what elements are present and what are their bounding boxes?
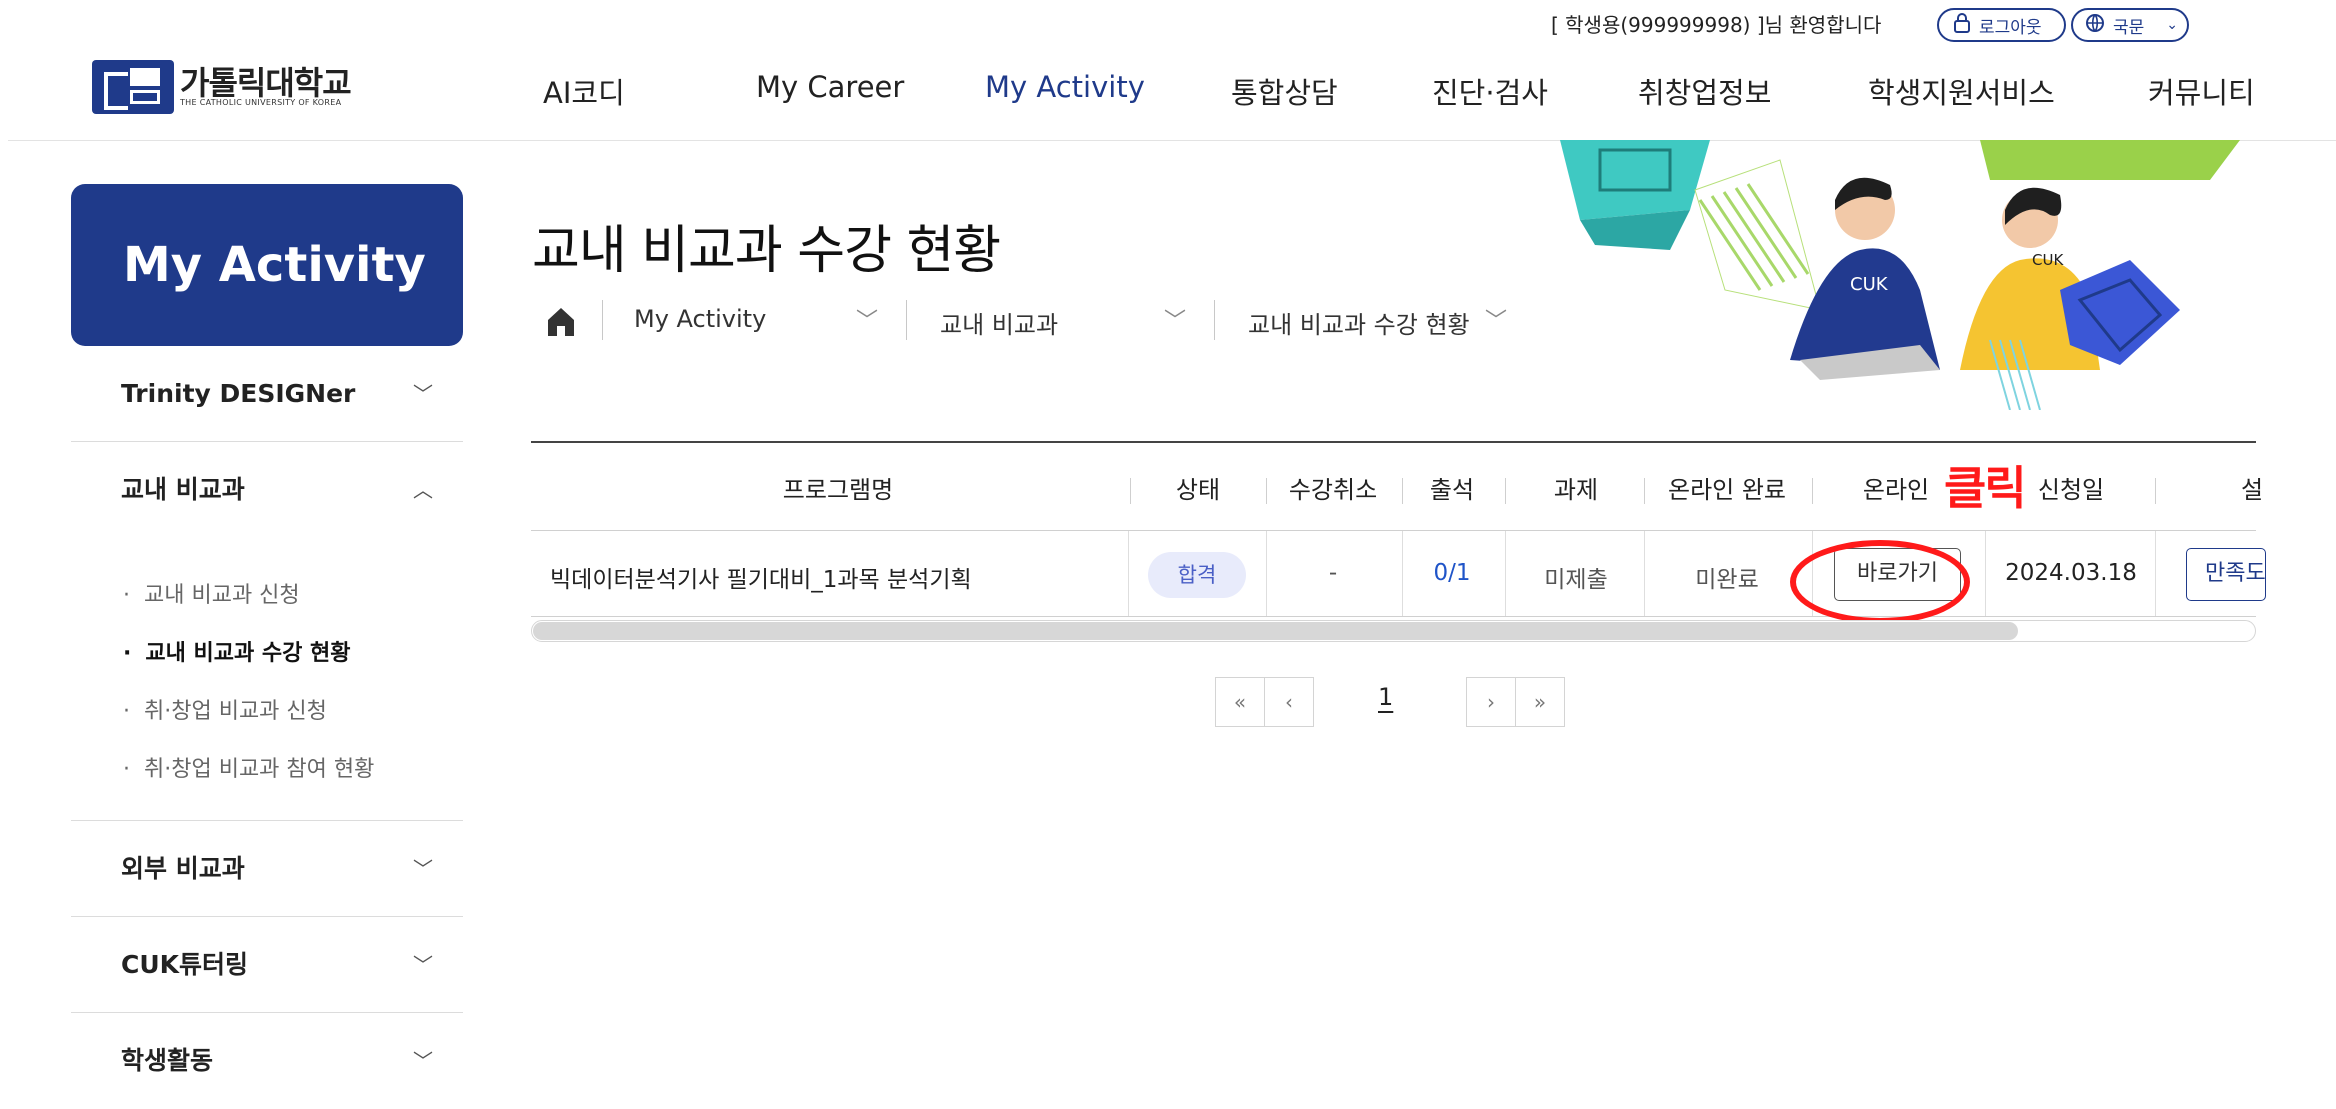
sidebar-item-student-activities[interactable]: 학생활동 ﹀ bbox=[71, 1013, 463, 1109]
nav-community[interactable]: 커뮤니티 bbox=[2148, 70, 2255, 112]
language-select[interactable]: 국문 ⌄ bbox=[2071, 8, 2189, 42]
chevron-up-icon: ︿ bbox=[413, 478, 433, 502]
table-scrollbar-thumb[interactable] bbox=[533, 622, 2018, 640]
header-separator bbox=[1402, 478, 1403, 504]
breadcrumb-separator bbox=[1214, 300, 1215, 340]
pagination-first[interactable]: « bbox=[1215, 677, 1265, 727]
header-separator bbox=[2155, 478, 2156, 504]
program-name[interactable]: 빅데이터분석기사 필기대비_1과목 분석기획 bbox=[550, 560, 972, 594]
chevron-down-icon: ﹀ bbox=[413, 953, 433, 977]
sidebar-item-label: 학생활동 bbox=[121, 1046, 214, 1075]
lock-icon bbox=[1953, 12, 1971, 38]
cancel-value: - bbox=[1328, 560, 1338, 586]
globe-icon bbox=[2085, 13, 2105, 38]
pagination-page-1[interactable]: 1 bbox=[1378, 683, 1393, 711]
chevron-down-icon[interactable]: ﹀ bbox=[856, 303, 878, 335]
breadcrumb-separator bbox=[906, 300, 907, 340]
nav-counseling[interactable]: 통합상담 bbox=[1231, 70, 1338, 112]
nav-diagnosis[interactable]: 진단·검사 bbox=[1432, 70, 1548, 112]
attendance-value[interactable]: 0/1 bbox=[1433, 560, 1470, 586]
survey-button[interactable]: 만족도 bbox=[2186, 548, 2266, 601]
svg-text:CUK: CUK bbox=[2032, 251, 2064, 269]
th-cancel: 수강취소 bbox=[1288, 476, 1378, 504]
sidebar-item-cuk-tutoring[interactable]: CUK튜터링 ﹀ bbox=[71, 917, 463, 1013]
language-label: 국문 bbox=[2113, 17, 2145, 38]
breadcrumb-level3[interactable]: 교내 비교과 수강 현황 bbox=[1248, 305, 1470, 340]
chevron-down-icon[interactable]: ﹀ bbox=[1164, 303, 1186, 335]
sidebar-item-label: CUK튜터링 bbox=[121, 950, 249, 979]
pagination-next[interactable]: › bbox=[1466, 677, 1516, 727]
th-attendance: 출석 bbox=[1429, 476, 1475, 504]
th-online-complete: 온라인 완료 bbox=[1667, 476, 1787, 504]
welcome-text: [ 학생용(999999998) ]님 환영합니다 bbox=[1551, 13, 1882, 37]
assignment-value: 미제출 bbox=[1544, 567, 1608, 593]
nav-my-career[interactable]: My Career bbox=[756, 70, 904, 104]
chevron-down-icon: ﹀ bbox=[413, 382, 433, 406]
breadcrumb-separator bbox=[602, 300, 603, 340]
chevron-down-icon: ⌄ bbox=[2166, 17, 2179, 33]
logout-label: 로그아웃 bbox=[1979, 17, 2042, 38]
header-separator bbox=[1644, 478, 1645, 504]
th-assignment: 과제 bbox=[1553, 476, 1599, 504]
sidebar-item-label: 외부 비교과 bbox=[121, 854, 245, 883]
sub-item-career-status[interactable]: · 취·창업 비교과 참여 현황 bbox=[123, 751, 374, 783]
pagination-prev[interactable]: ‹ bbox=[1264, 677, 1314, 727]
university-logo-subtitle: THE CATHOLIC UNIVERSITY OF KOREA bbox=[180, 98, 342, 107]
th-status: 상태 bbox=[1175, 476, 1221, 504]
header-separator bbox=[1266, 478, 1267, 504]
sidebar-item-label: Trinity DESIGNer bbox=[121, 379, 356, 408]
sub-item-status[interactable]: · 교내 비교과 수강 현황 bbox=[123, 635, 351, 667]
click-annotation-circle bbox=[1790, 540, 1970, 624]
page-title: 교내 비교과 수강 현황 bbox=[532, 221, 1001, 281]
pagination-last[interactable]: » bbox=[1515, 677, 1565, 727]
hero-illustration: CUK CUK bbox=[1560, 140, 2240, 410]
nav-student-services[interactable]: 학생지원서비스 bbox=[1868, 70, 2055, 112]
table-top-border bbox=[531, 441, 2256, 443]
nav-ai-codi[interactable]: AI코디 bbox=[543, 70, 625, 112]
breadcrumb-level2[interactable]: 교내 비교과 bbox=[940, 305, 1058, 340]
status-badge: 합격 bbox=[1148, 552, 1246, 598]
sidebar-item-external[interactable]: 외부 비교과 ﹀ bbox=[71, 821, 463, 917]
university-logo-emblem[interactable] bbox=[92, 60, 174, 114]
sidebar-item-label: 교내 비교과 bbox=[121, 475, 245, 504]
header-separator bbox=[1505, 478, 1506, 504]
sub-item-career-apply[interactable]: · 취·창업 비교과 신청 bbox=[123, 693, 327, 725]
click-annotation-label: 클릭 bbox=[1944, 461, 2027, 515]
nav-my-activity[interactable]: My Activity bbox=[985, 70, 1145, 104]
sidebar-item-trinity-designer[interactable]: Trinity DESIGNer ﹀ bbox=[71, 346, 463, 442]
apply-date-value: 2024.03.18 bbox=[2005, 560, 2137, 586]
header-bottom-border bbox=[531, 530, 2256, 531]
sidebar-title: My Activity bbox=[71, 184, 463, 346]
breadcrumb-level1[interactable]: My Activity bbox=[634, 305, 766, 333]
svg-text:CUK: CUK bbox=[1850, 274, 1889, 295]
sub-item-apply[interactable]: · 교내 비교과 신청 bbox=[123, 577, 300, 609]
home-icon[interactable] bbox=[546, 304, 576, 338]
nav-career-info[interactable]: 취창업정보 bbox=[1638, 70, 1771, 112]
header-separator bbox=[1130, 478, 1131, 504]
online-complete-value: 미완료 bbox=[1695, 567, 1759, 593]
th-survey-partial: 설 bbox=[2240, 476, 2264, 504]
th-program: 프로그램명 bbox=[782, 476, 894, 504]
th-online: 온라인 bbox=[1862, 476, 1930, 504]
chevron-down-icon: ﹀ bbox=[413, 1049, 433, 1073]
logout-button[interactable]: 로그아웃 bbox=[1937, 8, 2066, 42]
chevron-down-icon[interactable]: ﹀ bbox=[1485, 303, 1507, 335]
sidebar-item-campus-extracurricular[interactable]: 교내 비교과 ︿ bbox=[71, 442, 463, 538]
th-apply-date: 신청일 bbox=[2037, 476, 2105, 504]
header-separator bbox=[1812, 478, 1813, 504]
chevron-down-icon: ﹀ bbox=[413, 857, 433, 881]
row-bottom-border bbox=[531, 616, 2256, 617]
